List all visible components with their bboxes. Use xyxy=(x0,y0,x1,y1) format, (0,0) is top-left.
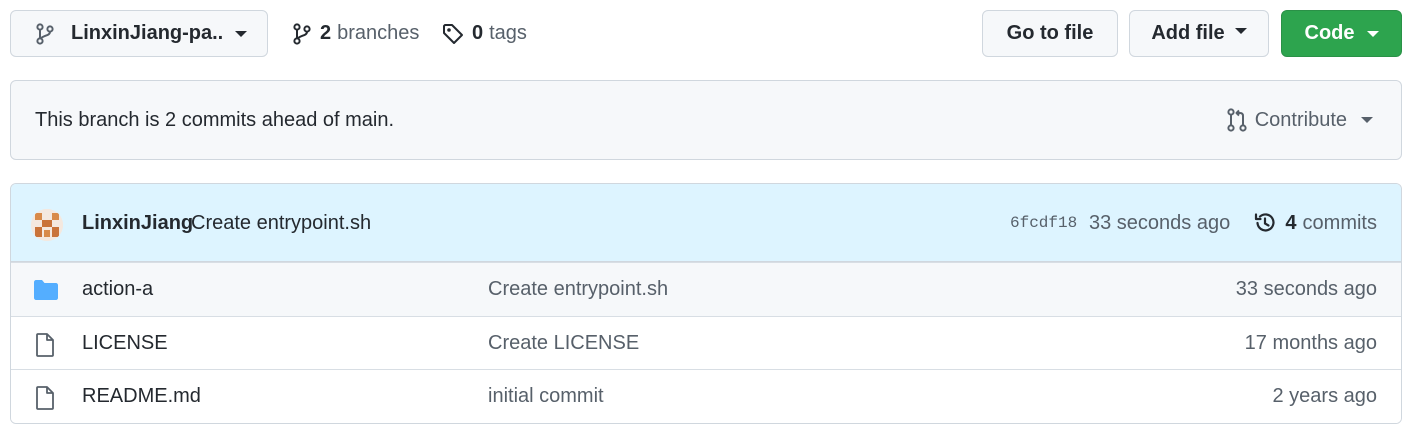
file-row[interactable]: action-a Create entrypoint.sh 33 seconds… xyxy=(11,262,1401,316)
branches-link[interactable]: 2 branches xyxy=(292,10,419,57)
file-commit-message[interactable]: Create entrypoint.sh xyxy=(488,278,668,301)
commits-count: 4 xyxy=(1285,211,1297,234)
file-name[interactable]: README.md xyxy=(82,385,201,408)
repo-toolbar: LinxinJiang-pa... 2 branches 0 tags Go t… xyxy=(10,10,1402,58)
tags-count: 0 xyxy=(472,22,484,44)
git-branch-icon xyxy=(35,22,55,45)
tags-link[interactable]: 0 tags xyxy=(442,10,527,57)
history-icon xyxy=(1253,211,1277,235)
branches-label: branches xyxy=(337,22,420,44)
code-label: Code xyxy=(1304,22,1355,44)
latest-commit-bar: LinxinJiang Create entrypoint.sh 6fcdf18… xyxy=(11,184,1401,262)
code-button[interactable]: Code xyxy=(1281,10,1402,57)
contribute-dropdown[interactable]: Contribute xyxy=(1227,81,1373,159)
commit-author[interactable]: LinxinJiang xyxy=(82,184,193,262)
file-name[interactable]: action-a xyxy=(82,278,153,301)
commit-message[interactable]: Create entrypoint.sh xyxy=(191,184,371,262)
go-to-file-button[interactable]: Go to file xyxy=(982,10,1118,57)
git-branch-icon xyxy=(292,22,312,45)
commits-history-link[interactable]: 4 commits xyxy=(1253,184,1377,262)
file-listing: LinxinJiang Create entrypoint.sh 6fcdf18… xyxy=(10,183,1402,424)
chevron-down-icon xyxy=(1366,30,1379,37)
contribute-label: Contribute xyxy=(1254,108,1347,131)
tag-icon xyxy=(442,23,464,45)
go-to-file-label: Go to file xyxy=(1006,22,1094,44)
branch-ahead-notice: This branch is 2 commits ahead of main. … xyxy=(10,80,1402,160)
add-file-label: Add file xyxy=(1151,22,1225,44)
branch-name: LinxinJiang-pa... xyxy=(71,22,223,44)
branches-count: 2 xyxy=(320,22,332,44)
file-commit-message[interactable]: initial commit xyxy=(488,385,604,408)
commits-label: commits xyxy=(1302,211,1377,234)
chevron-down-icon xyxy=(1361,117,1373,123)
file-name[interactable]: LICENSE xyxy=(82,332,168,355)
file-row[interactable]: LICENSE Create LICENSE 17 months ago xyxy=(11,316,1401,370)
commit-sha[interactable]: 6fcdf18 xyxy=(1010,184,1077,262)
file-commit-message[interactable]: Create LICENSE xyxy=(488,332,639,355)
ahead-message: This branch is 2 commits ahead of main. xyxy=(35,108,395,131)
add-file-button[interactable]: Add file xyxy=(1129,10,1269,57)
file-icon xyxy=(33,386,59,410)
tags-label: tags xyxy=(489,22,527,44)
file-age: 33 seconds ago xyxy=(1235,278,1377,300)
chevron-down-icon xyxy=(1234,27,1247,34)
file-age: 17 months ago xyxy=(1244,332,1377,354)
file-age: 2 years ago xyxy=(1272,385,1377,407)
avatar[interactable] xyxy=(31,209,63,241)
file-row[interactable]: README.md initial commit 2 years ago xyxy=(11,369,1401,423)
folder-icon xyxy=(33,279,59,301)
chevron-down-icon xyxy=(235,30,247,37)
commit-time: 33 seconds ago xyxy=(1089,211,1231,234)
file-icon xyxy=(33,333,59,357)
pull-request-icon xyxy=(1227,108,1247,132)
branch-select-button[interactable]: LinxinJiang-pa... xyxy=(10,10,268,57)
